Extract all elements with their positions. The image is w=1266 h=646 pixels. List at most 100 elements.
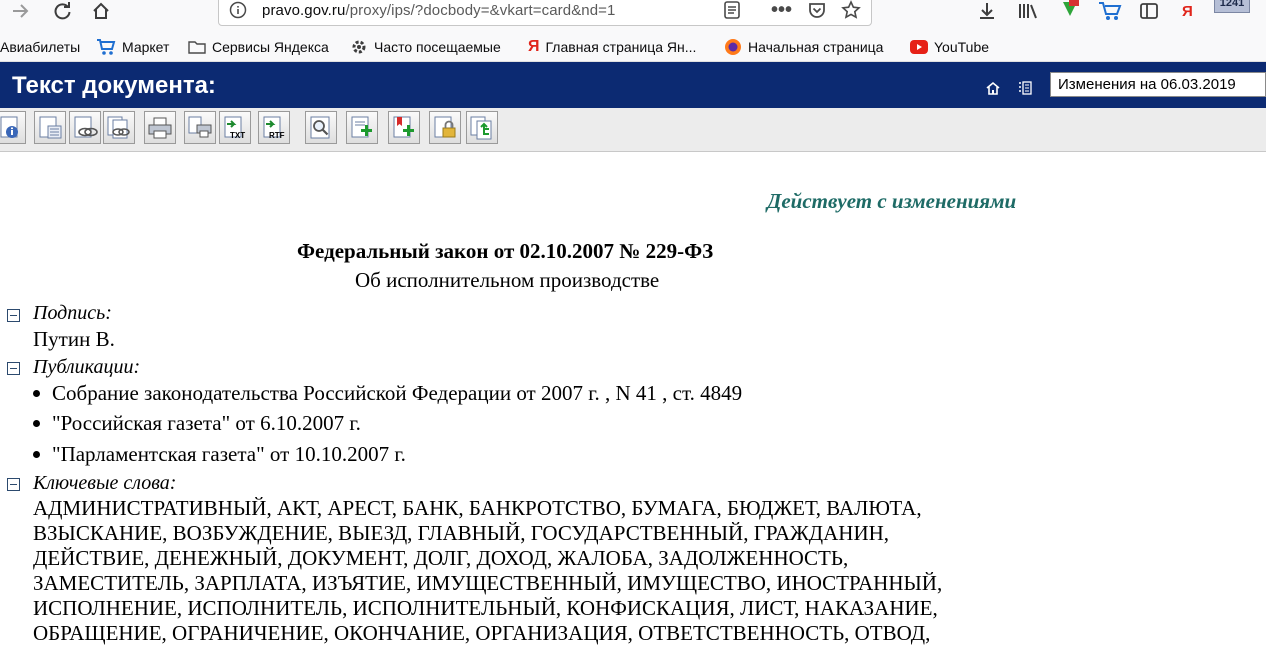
bullet-icon bbox=[33, 451, 40, 458]
url-host: pravo.gov.ru bbox=[262, 2, 346, 19]
bookmark-star-icon[interactable] bbox=[841, 0, 861, 21]
document-toolbar: TXT RTF bbox=[0, 108, 1266, 152]
sidebar-icon[interactable] bbox=[1139, 0, 1159, 22]
related-links-button[interactable] bbox=[103, 111, 135, 144]
export-txt-icon: TXT bbox=[224, 116, 245, 140]
law-subtitle: Об исполнительном производстве bbox=[355, 268, 660, 292]
address-bar[interactable]: pravo.gov.ru/proxy/ips/?docbody=&vkart=c… bbox=[218, 0, 872, 26]
reload-icon[interactable] bbox=[50, 0, 76, 22]
print-document-icon bbox=[188, 116, 212, 138]
svg-text:TXT: TXT bbox=[230, 131, 245, 140]
youtube-icon bbox=[910, 40, 928, 54]
export-rtf-icon: RTF bbox=[263, 116, 285, 140]
add-bookmark-button[interactable] bbox=[388, 111, 420, 144]
keywords-line: ВЗЫСКАНИЕ, ВОЗБУЖДЕНИЕ, ВЫЕЗД, ГЛАВНЫЙ, … bbox=[33, 521, 890, 545]
bookmark-start-page[interactable]: Начальная страница bbox=[724, 38, 883, 56]
document-status: Действует с изменениями bbox=[767, 189, 1017, 213]
revision-select[interactable]: Изменения на 06.03.2019 bbox=[1050, 72, 1266, 97]
cart-extension-icon[interactable] bbox=[1098, 0, 1122, 22]
header-title: Текст документа: bbox=[12, 72, 216, 99]
publication-text: "Российская газета" от 6.10.2007 г. bbox=[52, 411, 361, 435]
save-txt-button[interactable]: TXT bbox=[219, 111, 251, 144]
lock-document-button[interactable] bbox=[429, 111, 461, 144]
document-header: Текст документа: Изменения на 06.03.2019 bbox=[0, 62, 1266, 108]
url-text[interactable]: pravo.gov.ru/proxy/ips/?docbody=&vkart=c… bbox=[262, 2, 615, 19]
bookmark-label: Авиабилеты bbox=[0, 39, 81, 55]
publication-item: "Парламентская газета" от 10.10.2007 г. bbox=[33, 442, 406, 467]
print-button[interactable] bbox=[144, 111, 176, 144]
keywords-label: Ключевые слова: bbox=[33, 472, 177, 494]
counter-badge[interactable]: 1241 bbox=[1214, 0, 1250, 14]
info-icon[interactable] bbox=[229, 0, 247, 21]
svg-text:RTF: RTF bbox=[269, 131, 285, 140]
keywords-line: ИСПОЛНЕНИЕ, ИСПОЛНИТЕЛЬ, ИСПОЛНИТЕЛЬНЫЙ,… bbox=[33, 596, 938, 620]
save-rtf-button[interactable]: RTF bbox=[258, 111, 290, 144]
url-path: /proxy/ips/?docbody=&vkart=card&nd=1 bbox=[345, 2, 616, 19]
document-body: Действует с изменениями Федеральный зако… bbox=[0, 152, 1266, 645]
bookmarks-bar: Авиабилеты Маркет Сервисы Яндекса Часто … bbox=[0, 30, 1266, 62]
home-icon[interactable] bbox=[88, 0, 114, 22]
add-to-folder-button[interactable] bbox=[346, 111, 378, 144]
collapse-signature-icon[interactable] bbox=[7, 309, 20, 322]
collapse-publications-icon[interactable] bbox=[7, 362, 20, 375]
bookmark-yandex-services[interactable]: Сервисы Яндекса bbox=[188, 38, 329, 56]
browser-nav-bar: pravo.gov.ru/proxy/ips/?docbody=&vkart=c… bbox=[0, 0, 1266, 30]
info-card-button[interactable] bbox=[0, 111, 26, 144]
publication-text: Собрание законодательства Российской Фед… bbox=[52, 381, 743, 405]
publication-item: Собрание законодательства Российской Фед… bbox=[33, 381, 742, 406]
law-title: Федеральный закон от 02.10.2007 № 229-ФЗ bbox=[297, 239, 714, 263]
document-list-icon bbox=[39, 116, 62, 139]
keywords-line: ДЕЙСТВИЕ, ДЕНЕЖНЫЙ, ДОКУМЕНТ, ДОЛГ, ДОХО… bbox=[33, 546, 849, 570]
bookmark-yandex-home[interactable]: Я Главная страница Ян... bbox=[528, 38, 696, 56]
cart-icon bbox=[96, 38, 116, 56]
home-link-icon[interactable] bbox=[986, 81, 1000, 95]
document-link-icon bbox=[74, 116, 98, 138]
page-actions-icon[interactable]: ••• bbox=[771, 0, 792, 21]
bookmark-label: YouTube bbox=[934, 39, 990, 55]
counter-badge-value: 1241 bbox=[1214, 0, 1250, 13]
add-bookmark-icon bbox=[393, 116, 414, 138]
contents-list-icon[interactable] bbox=[1018, 81, 1032, 95]
bullet-icon bbox=[33, 390, 40, 397]
add-document-icon bbox=[351, 116, 372, 138]
extension-download-icon[interactable] bbox=[1058, 0, 1082, 22]
bullet-icon bbox=[33, 420, 40, 427]
download-icon[interactable] bbox=[977, 0, 997, 22]
gear-icon bbox=[350, 38, 368, 56]
links-button[interactable] bbox=[69, 111, 101, 144]
firefox-icon bbox=[724, 38, 742, 56]
bookmark-label: Маркет bbox=[122, 39, 170, 55]
pocket-icon[interactable] bbox=[807, 0, 827, 21]
document-tree-icon bbox=[470, 116, 492, 140]
forward-arrow-icon[interactable] bbox=[8, 0, 34, 22]
signature-value: Путин В. bbox=[33, 327, 115, 351]
publication-item: "Российская газета" от 6.10.2007 г. bbox=[33, 411, 361, 436]
bookmark-label: Сервисы Яндекса bbox=[212, 39, 329, 55]
printer-icon bbox=[148, 117, 172, 139]
bookmark-youtube[interactable]: YouTube bbox=[910, 38, 989, 56]
publication-text: "Парламентская газета" от 10.10.2007 г. bbox=[52, 442, 406, 466]
bookmark-aviabilety[interactable]: Авиабилеты bbox=[0, 38, 80, 56]
document-list-button[interactable] bbox=[34, 111, 66, 144]
bookmark-label: Главная страница Ян... bbox=[545, 39, 697, 55]
keywords-line: ОБРАЩЕНИЕ, ОГРАНИЧЕНИЕ, ОКОНЧАНИЕ, ОРГАН… bbox=[33, 621, 931, 645]
document-info-icon bbox=[0, 116, 18, 138]
bookmark-label: Часто посещаемые bbox=[374, 39, 501, 55]
collapse-keywords-icon[interactable] bbox=[7, 478, 20, 491]
publications-label: Публикации: bbox=[33, 356, 141, 378]
document-structure-button[interactable] bbox=[466, 111, 498, 144]
bookmark-label: Начальная страница bbox=[748, 39, 884, 55]
search-document-icon bbox=[310, 116, 330, 139]
bookmark-market[interactable]: Маркет bbox=[96, 38, 169, 56]
search-button[interactable] bbox=[305, 111, 337, 144]
lock-document-icon bbox=[434, 116, 456, 138]
reader-view-icon[interactable] bbox=[723, 0, 741, 21]
folder-icon bbox=[188, 39, 206, 55]
related-documents-icon bbox=[107, 116, 130, 139]
yandex-extension-icon[interactable]: Я bbox=[1182, 0, 1193, 22]
library-icon[interactable] bbox=[1017, 0, 1039, 22]
print-preview-button[interactable] bbox=[184, 111, 216, 144]
signature-label: Подпись: bbox=[33, 302, 112, 324]
bookmark-frequent[interactable]: Часто посещаемые bbox=[350, 38, 501, 56]
keywords-line: АДМИНИСТРАТИВНЫЙ, АКТ, АРЕСТ, БАНК, БАНК… bbox=[33, 496, 922, 520]
